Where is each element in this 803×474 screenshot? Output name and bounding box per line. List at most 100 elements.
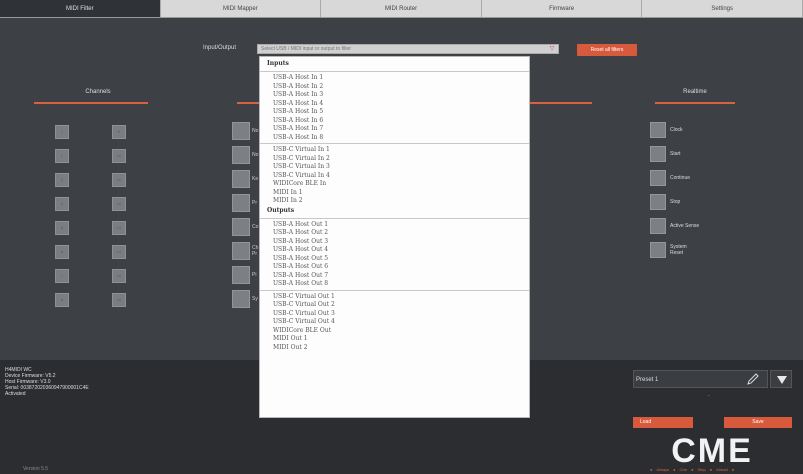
dropdown-option[interactable]: USB-A Host In 1 <box>273 74 323 81</box>
dropdown-option[interactable]: USB-A Host In 7 <box>273 125 323 132</box>
dropdown-option[interactable]: WIDICore BLE In <box>273 180 326 187</box>
realtime-label: Continue <box>670 175 691 181</box>
dropdown-option[interactable]: USB-A Host In 8 <box>273 134 323 141</box>
message-filter-label: Pr <box>252 200 257 206</box>
pencil-icon[interactable] <box>746 372 760 386</box>
message-filter-label: Sy <box>252 296 258 302</box>
io-placeholder: Select USB / MIDI input or output to fil… <box>261 46 352 52</box>
channel-1-button[interactable]: 1 <box>55 125 69 139</box>
tab-midi-router[interactable]: MIDI Router <box>321 0 482 17</box>
activation-status: Activated <box>5 391 26 397</box>
io-label: Input/Output <box>203 45 237 51</box>
dropdown-outputs-header: Outputs <box>267 206 295 214</box>
dropdown-option[interactable]: USB-A Host Out 5 <box>273 255 328 262</box>
channel-15-button[interactable]: 15 <box>112 269 126 283</box>
dropdown-option[interactable]: USB-A Host Out 8 <box>273 280 328 287</box>
dropdown-option[interactable]: USB-A Host In 4 <box>273 100 323 107</box>
realtime-start-button[interactable] <box>650 146 666 162</box>
dropdown-option[interactable]: USB-C Virtual In 4 <box>273 172 330 179</box>
message-filter-button[interactable] <box>232 170 250 188</box>
dropdown-option[interactable]: USB-A Host Out 6 <box>273 263 328 270</box>
realtime-title: Realtime <box>683 89 707 95</box>
channel-10-button[interactable]: 10 <box>112 149 126 163</box>
message-filter-button[interactable] <box>232 146 250 164</box>
logo-tagline: ● Always ● One ● Step ● Ahead ● <box>650 467 735 472</box>
dropdown-option[interactable]: USB-C Virtual Out 4 <box>273 318 335 325</box>
channel-14-button[interactable]: 14 <box>112 245 126 259</box>
dropdown-option[interactable]: MIDI In 1 <box>273 189 303 196</box>
dropdown-option[interactable]: USB-A Host In 6 <box>273 117 323 124</box>
realtime-label: Clock <box>670 127 683 133</box>
load-button[interactable]: Load <box>633 417 693 428</box>
dropdown-separator <box>260 71 529 72</box>
message-filter-button[interactable] <box>232 218 250 236</box>
dropdown-option[interactable]: USB-A Host Out 1 <box>273 221 328 228</box>
tab-settings[interactable]: Settings <box>642 0 803 17</box>
dropdown-option[interactable]: USB-C Virtual In 3 <box>273 163 330 170</box>
channel-7-button[interactable]: 7 <box>55 269 69 283</box>
channel-13-button[interactable]: 13 <box>112 221 126 235</box>
channel-8-button[interactable]: 8 <box>55 293 69 307</box>
tab-midi-filter[interactable]: MIDI Filter <box>0 0 161 17</box>
realtime-divider <box>655 102 735 104</box>
realtime-stop-button[interactable] <box>650 194 666 210</box>
message-filter-label: Pi <box>252 272 257 278</box>
message-filter-button[interactable] <box>232 266 250 284</box>
system-divider <box>530 102 592 104</box>
io-select[interactable]: Select USB / MIDI input or output to fil… <box>257 44 559 54</box>
realtime-continue-button[interactable] <box>650 170 666 186</box>
message-filter-label: No <box>252 152 259 158</box>
tagline-word: Step <box>697 467 706 472</box>
message-filter-label: No <box>252 128 259 134</box>
message-filter-button[interactable] <box>232 242 250 260</box>
dropdown-option[interactable]: USB-C Virtual Out 1 <box>273 293 335 300</box>
channel-12-button[interactable]: 12 <box>112 197 126 211</box>
dropdown-option[interactable]: MIDI In 2 <box>273 197 303 204</box>
preset-dropdown[interactable] <box>770 370 792 388</box>
tab-midi-mapper[interactable]: MIDI Mapper <box>161 0 322 17</box>
channel-6-button[interactable]: 6 <box>55 245 69 259</box>
dropdown-option[interactable]: USB-A Host In 5 <box>273 108 323 115</box>
channel-11-button[interactable]: 11 <box>112 173 126 187</box>
chevron-down-icon[interactable]: ▽ <box>548 46 556 53</box>
message-filter-button[interactable] <box>232 290 250 308</box>
dropdown-separator <box>260 143 529 144</box>
dropdown-option[interactable]: USB-A Host Out 7 <box>273 272 328 279</box>
dropdown-option[interactable]: USB-C Virtual In 2 <box>273 155 330 162</box>
message-filter-button[interactable] <box>232 122 250 140</box>
realtime-label: System Reset <box>670 244 687 256</box>
tagline-word: One <box>679 467 688 472</box>
tagline-word: Ahead <box>716 467 728 472</box>
channel-3-button[interactable]: 3 <box>55 173 69 187</box>
channels-title: Channels <box>85 89 111 95</box>
dropdown-option[interactable]: USB-A Host Out 4 <box>273 246 328 253</box>
dropdown-option[interactable]: MIDI Out 2 <box>273 344 308 351</box>
dropdown-option[interactable]: USB-A Host Out 2 <box>273 229 328 236</box>
dropdown-option[interactable]: USB-A Host In 3 <box>273 91 323 98</box>
message-filter-button[interactable] <box>232 194 250 212</box>
tab-firmware[interactable]: Firmware <box>482 0 643 17</box>
realtime-active-sense-button[interactable] <box>650 218 666 234</box>
reset-all-filters-button[interactable]: Reset all filters <box>577 44 637 56</box>
channel-4-button[interactable]: 4 <box>55 197 69 211</box>
triangle-down-icon <box>777 376 787 384</box>
message-filter-label: Ch Pr <box>252 245 259 257</box>
dropdown-option[interactable]: WIDICore BLE Out <box>273 327 331 334</box>
messages-divider <box>237 102 259 104</box>
realtime-clock-button[interactable] <box>650 122 666 138</box>
dropdown-inputs-header: Inputs <box>267 60 289 67</box>
dropdown-option[interactable]: MIDI Out 1 <box>273 335 308 342</box>
dropdown-option[interactable]: USB-A Host Out 3 <box>273 238 328 245</box>
io-dropdown-list: Inputs USB-A Host In 1 USB-A Host In 2 USB-… <box>259 56 530 418</box>
dropdown-option[interactable]: USB-A Host In 2 <box>273 83 323 90</box>
dropdown-option[interactable]: USB-C Virtual In 1 <box>273 146 330 153</box>
dropdown-option[interactable]: USB-C Virtual Out 2 <box>273 301 335 308</box>
channels-divider <box>34 102 148 104</box>
save-button[interactable]: Save <box>724 417 792 428</box>
channel-5-button[interactable]: 5 <box>55 221 69 235</box>
dropdown-option[interactable]: USB-C Virtual Out 3 <box>273 310 335 317</box>
channel-9-button[interactable]: 9 <box>112 125 126 139</box>
channel-2-button[interactable]: 2 <box>55 149 69 163</box>
realtime-system-reset-button[interactable] <box>650 242 666 258</box>
channel-16-button[interactable]: 16 <box>112 293 126 307</box>
